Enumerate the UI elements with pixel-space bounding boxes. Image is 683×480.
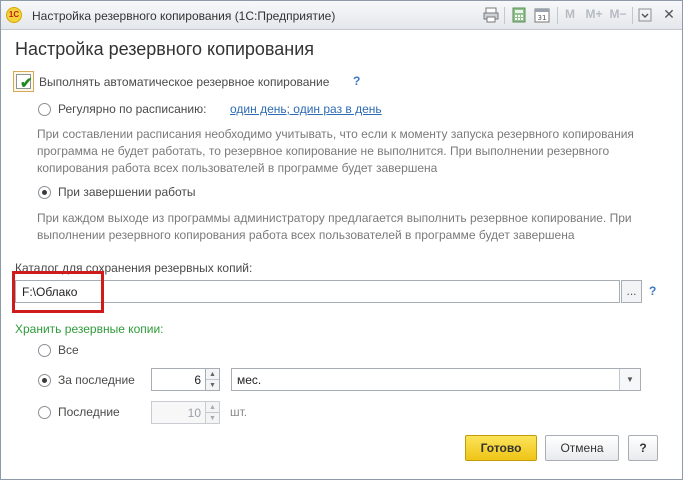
memory-m-button[interactable]: M [563, 7, 577, 23]
memory-minus-button[interactable]: M− [608, 7, 628, 23]
keep-all-radio[interactable] [38, 344, 51, 357]
keep-last-period-label: За последние [58, 373, 135, 387]
memory-plus-button[interactable]: M+ [584, 7, 604, 23]
stepper-up-icon[interactable]: ▲ [206, 402, 219, 413]
schedule-note: При составлении расписания необходимо уч… [37, 127, 634, 175]
help-button[interactable]: ? [628, 435, 658, 461]
close-icon[interactable]: ✕ [662, 6, 676, 22]
period-unit-value: мес. [237, 373, 262, 387]
auto-backup-label: Выполнять автоматическое резервное копир… [39, 75, 330, 89]
browse-button[interactable]: ... [621, 280, 642, 303]
period-count-input[interactable]: 6 [151, 368, 207, 391]
keep-last-count-radio[interactable] [38, 406, 51, 419]
on-exit-note: При каждом выходе из программы администр… [37, 211, 632, 242]
toolbar-separator [557, 7, 558, 24]
on-exit-label: При завершении работы [58, 185, 196, 199]
catalog-help-icon[interactable]: ? [649, 284, 656, 298]
catalog-path-input[interactable]: F:\Облако [15, 280, 620, 303]
auto-backup-help-icon[interactable]: ? [353, 74, 360, 88]
calendar-icon[interactable]: 31 [534, 7, 552, 23]
done-button[interactable]: Готово [465, 435, 537, 461]
svg-text:31: 31 [538, 14, 547, 22]
print-icon[interactable] [483, 7, 501, 23]
stepper-down-icon[interactable]: ▼ [206, 380, 219, 391]
keep-last-count-label: Последние [58, 405, 120, 419]
count-stepper[interactable]: ▲ ▼ [205, 401, 220, 424]
period-unit-select[interactable]: мес. ▼ [231, 368, 641, 391]
stepper-up-icon[interactable]: ▲ [206, 369, 219, 380]
keep-all-label: Все [58, 343, 79, 357]
schedule-radio[interactable] [38, 103, 51, 116]
stepper-down-icon[interactable]: ▼ [206, 413, 219, 424]
count-input[interactable]: 10 [151, 401, 207, 424]
title-bar: 1С Настройка резервного копирования (1С:… [1, 1, 682, 30]
schedule-label: Регулярно по расписанию: [58, 102, 207, 116]
more-icon[interactable] [638, 7, 654, 23]
checkmark-icon: ✔ [20, 75, 33, 92]
chevron-down-icon[interactable]: ▼ [619, 369, 640, 390]
page-title: Настройка резервного копирования [15, 39, 315, 59]
calculator-icon[interactable] [511, 7, 529, 23]
toolbar-separator [504, 7, 505, 24]
1c-logo-icon: 1С [6, 7, 22, 23]
window-title: Настройка резервного копирования (1С:Пре… [32, 9, 336, 23]
count-unit-label: шт. [230, 405, 248, 419]
schedule-link[interactable]: один день; один раз в день [230, 102, 382, 116]
auto-backup-checkbox[interactable]: ✔ [13, 71, 34, 92]
backup-settings-window: 1С Настройка резервного копирования (1С:… [0, 0, 683, 480]
catalog-label: Каталог для сохранения резервных копий: [15, 261, 253, 275]
cancel-button[interactable]: Отмена [545, 435, 619, 461]
keep-backups-label: Хранить резервные копии: [15, 322, 164, 336]
toolbar-separator [632, 7, 633, 24]
period-count-stepper[interactable]: ▲ ▼ [205, 368, 220, 391]
keep-last-period-radio[interactable] [38, 374, 51, 387]
on-exit-radio[interactable] [38, 186, 51, 199]
